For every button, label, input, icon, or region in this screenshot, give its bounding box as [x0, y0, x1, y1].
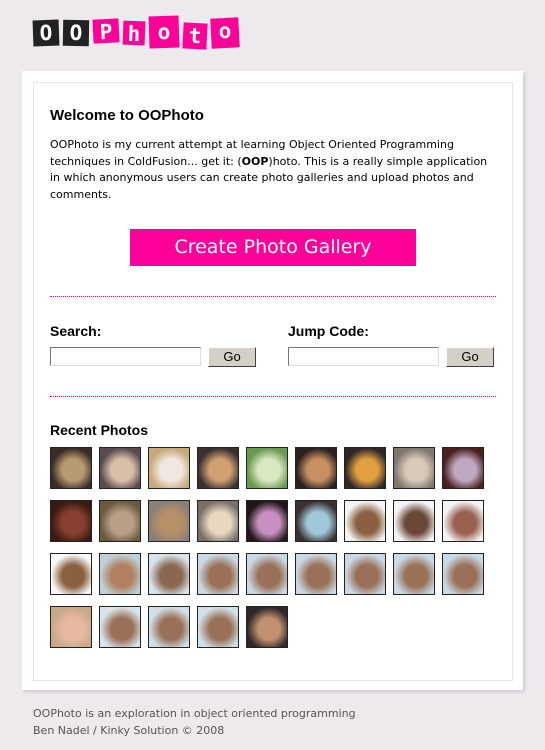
photo-thumbnail[interactable] [148, 500, 190, 542]
divider [50, 296, 496, 297]
photo-thumbnail[interactable] [197, 447, 239, 489]
photo-thumbnail[interactable] [442, 447, 484, 489]
main-panel: Welcome to OOPhoto OOPhoto is my current… [22, 71, 523, 690]
intro-text: OOPhoto is my current attempt at learnin… [50, 137, 495, 203]
intro-bold: OOP [241, 154, 269, 168]
photo-thumbnail[interactable] [50, 553, 92, 595]
logo-letter: t [182, 22, 208, 50]
photo-thumbnail[interactable] [295, 553, 337, 595]
footer-line: OOPhoto is an exploration in object orie… [33, 707, 356, 720]
photo-thumbnail[interactable] [197, 500, 239, 542]
photo-thumbnail[interactable] [295, 447, 337, 489]
photo-thumbnail[interactable] [246, 500, 288, 542]
footer-copyright: Ben Nadel / Kinky Solution © 2008 [33, 723, 225, 737]
jump-code-input[interactable] [288, 347, 439, 366]
photo-thumbnail[interactable] [344, 553, 386, 595]
logo-letter: O [32, 19, 60, 47]
photo-thumbnail[interactable] [246, 553, 288, 595]
site-logo[interactable]: OOPhoto [32, 15, 243, 51]
photo-thumbnail[interactable] [99, 447, 141, 489]
search-label: Search: [50, 323, 102, 339]
search-go-button[interactable]: Go [208, 347, 256, 367]
photo-thumbnail[interactable] [393, 447, 435, 489]
photo-thumbnail[interactable] [50, 447, 92, 489]
photo-thumbnail[interactable] [99, 553, 141, 595]
photo-thumbnail[interactable] [197, 606, 239, 648]
photo-thumbnail[interactable] [246, 447, 288, 489]
page-title: Welcome to OOPhoto [50, 107, 204, 124]
jump-code-go-button[interactable]: Go [446, 347, 494, 367]
content-box: Welcome to OOPhoto OOPhoto is my current… [33, 82, 513, 681]
photo-thumbnail[interactable] [442, 500, 484, 542]
logo-letter: O [62, 19, 90, 47]
photo-thumbnail[interactable] [442, 553, 484, 595]
logo-letter: P [92, 18, 120, 44]
logo-letter: o [148, 15, 180, 49]
logo-letter: o [210, 17, 240, 49]
photo-thumbnail[interactable] [99, 606, 141, 648]
logo-letter: h [122, 20, 146, 46]
photo-thumbnail[interactable] [295, 500, 337, 542]
photo-thumbnail[interactable] [50, 606, 92, 648]
search-input[interactable] [50, 347, 201, 366]
jump-code-label: Jump Code: [288, 323, 369, 339]
recent-photos-heading: Recent Photos [50, 422, 149, 438]
create-gallery-button[interactable]: Create Photo Gallery [130, 229, 416, 266]
photo-thumbnail[interactable] [246, 606, 288, 648]
photo-thumbnail[interactable] [344, 447, 386, 489]
photo-thumbnail[interactable] [393, 553, 435, 595]
photo-thumbnail[interactable] [148, 447, 190, 489]
photo-thumbnail[interactable] [99, 500, 141, 542]
footer: OOPhoto is an exploration in object orie… [33, 706, 356, 739]
photo-thumbnail[interactable] [50, 500, 92, 542]
photo-thumbnail[interactable] [344, 500, 386, 542]
photo-thumbnail[interactable] [393, 500, 435, 542]
photo-thumbnail[interactable] [148, 606, 190, 648]
photo-thumbnail[interactable] [197, 553, 239, 595]
divider [50, 396, 496, 397]
photo-thumbnail[interactable] [148, 553, 190, 595]
